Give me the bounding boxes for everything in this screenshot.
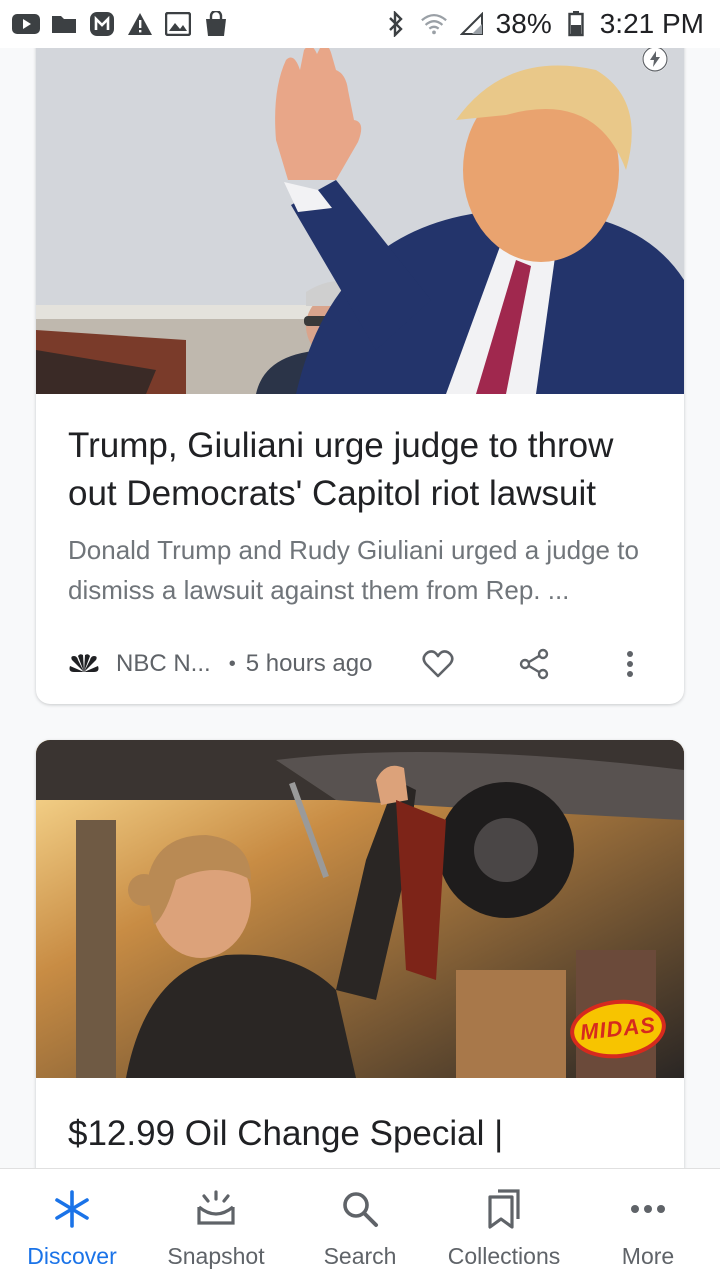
more-vertical-icon[interactable] bbox=[608, 642, 652, 686]
system-status: 38% 3:21 PM bbox=[382, 8, 704, 40]
clock: 3:21 PM bbox=[599, 8, 704, 39]
article-photo-illustration bbox=[36, 30, 684, 394]
midas-logo-text: MIDAS bbox=[578, 1012, 657, 1045]
news-article-card[interactable]: Trump, Giuliani urge judge to throw out … bbox=[36, 30, 684, 704]
nav-more[interactable]: More bbox=[576, 1169, 720, 1280]
folder-icon bbox=[50, 10, 78, 38]
youtube-icon bbox=[12, 10, 40, 38]
article-actions bbox=[416, 642, 652, 686]
share-icon[interactable] bbox=[512, 642, 556, 686]
nav-discover[interactable]: Discover bbox=[0, 1169, 144, 1280]
article-content: Trump, Giuliani urge judge to throw out … bbox=[36, 394, 684, 686]
shopping-bag-icon bbox=[202, 10, 230, 38]
nav-label-search: Search bbox=[323, 1243, 397, 1269]
amp-lightning-icon bbox=[642, 46, 668, 72]
snapshot-icon bbox=[194, 1187, 238, 1231]
bottom-navigation: Discover Snapshot Search Collections Mor… bbox=[0, 1168, 720, 1280]
bluetooth-icon bbox=[382, 10, 410, 38]
nav-label-more: More bbox=[621, 1243, 675, 1269]
collections-icon bbox=[482, 1187, 526, 1231]
discover-screen: 38% 3:21 PM Trump, Giuliani urge judge t… bbox=[0, 0, 720, 1280]
image-icon bbox=[164, 10, 192, 38]
nav-collections[interactable]: Collections bbox=[432, 1169, 576, 1280]
nav-label-snapshot: Snapshot bbox=[167, 1243, 265, 1269]
battery-percent: 38% bbox=[495, 8, 552, 39]
signal-icon bbox=[458, 10, 486, 38]
article-source[interactable]: NBC N... bbox=[116, 650, 211, 678]
search-icon bbox=[338, 1187, 382, 1231]
wifi-icon bbox=[420, 10, 448, 38]
article-snippet[interactable]: Donald Trump and Rudy Giuliani urged a j… bbox=[68, 530, 652, 610]
ad-headline[interactable]: $12.99 Oil Change Special | bbox=[36, 1078, 684, 1158]
article-headline[interactable]: Trump, Giuliani urge judge to throw out … bbox=[68, 422, 652, 518]
meta-separator: • bbox=[228, 652, 236, 675]
heart-icon[interactable] bbox=[416, 642, 460, 686]
warning-icon bbox=[126, 10, 154, 38]
more-horizontal-icon bbox=[626, 1187, 670, 1231]
article-meta-row: NBC N... • 5 hours ago bbox=[68, 642, 652, 686]
nav-label-discover: Discover bbox=[27, 1243, 117, 1269]
ad-hero-image[interactable]: MIDAS bbox=[36, 740, 684, 1078]
status-bar: 38% 3:21 PM bbox=[0, 0, 720, 48]
nav-label-collections: Collections bbox=[447, 1243, 561, 1269]
nbc-peacock-icon bbox=[68, 652, 100, 676]
article-time: 5 hours ago bbox=[245, 650, 373, 677]
nav-snapshot[interactable]: Snapshot bbox=[144, 1169, 288, 1280]
m-app-icon bbox=[88, 10, 116, 38]
asterisk-icon bbox=[50, 1187, 94, 1231]
nav-search[interactable]: Search bbox=[288, 1169, 432, 1280]
article-hero-image[interactable] bbox=[36, 30, 684, 394]
battery-icon bbox=[562, 10, 590, 38]
notification-icons bbox=[12, 10, 230, 38]
